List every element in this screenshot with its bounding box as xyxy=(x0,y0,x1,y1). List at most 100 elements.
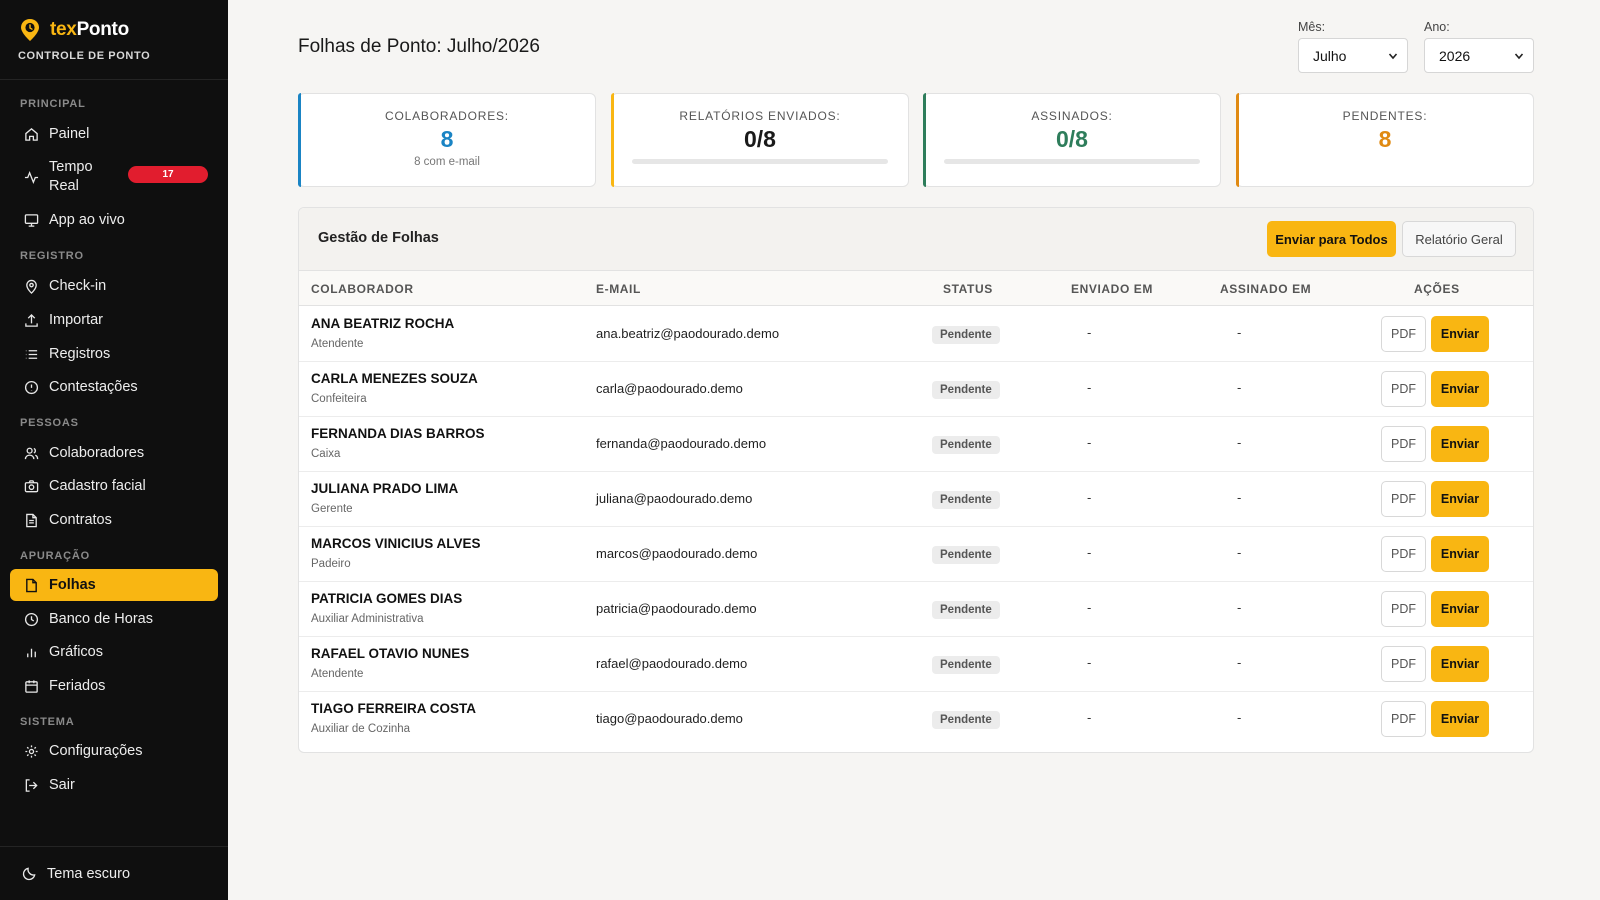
pdf-button[interactable]: PDF xyxy=(1381,371,1426,407)
nav-section-principal: PRINCIPAL xyxy=(20,98,86,110)
sidebar-item-colaboradores[interactable]: Colaboradores xyxy=(10,437,218,469)
column-header-status: STATUS xyxy=(943,282,993,296)
sidebar-item-registros[interactable]: Registros xyxy=(10,338,218,370)
progress-bar xyxy=(632,159,888,164)
sent-at: - xyxy=(1087,655,1092,670)
sidebar-item-importar[interactable]: Importar xyxy=(10,304,218,336)
stat-card-pendentes: PENDENTES: 8 xyxy=(1236,93,1534,187)
nav-section-sistema: SISTEMA xyxy=(20,716,75,728)
sidebar-item-painel[interactable]: Painel xyxy=(10,118,218,150)
employee-name: CARLA MENEZES SOUZA xyxy=(311,371,478,386)
send-button[interactable]: Enviar xyxy=(1431,701,1489,737)
sidebar: texPonto CONTROLE DE PONTO PRINCIPAL Pai… xyxy=(0,0,228,900)
status-badge: Pendente xyxy=(932,711,1000,729)
sidebar-item-label: Sair xyxy=(49,777,75,793)
stat-card-colaboradores: COLABORADORES: 8 8 com e-mail xyxy=(298,93,596,187)
sidebar-item-configuracoes[interactable]: Configurações xyxy=(10,735,218,767)
clock-icon xyxy=(24,612,39,626)
send-button[interactable]: Enviar xyxy=(1431,536,1489,572)
theme-toggle[interactable]: Tema escuro xyxy=(0,846,228,900)
stat-card-accent xyxy=(1236,93,1239,187)
home-icon xyxy=(25,127,38,141)
employee-email: tiago@paodourado.demo xyxy=(596,711,743,726)
sidebar-item-label: Contratos xyxy=(49,512,112,528)
sidebar-item-label: Contestações xyxy=(49,379,138,395)
sidebar-item-banco-de-horas[interactable]: Banco de Horas xyxy=(10,603,218,635)
status-badge: Pendente xyxy=(932,436,1000,454)
employee-role: Atendente xyxy=(311,338,364,350)
send-button[interactable]: Enviar xyxy=(1431,316,1489,352)
stat-value: 8 xyxy=(440,126,454,152)
pdf-button[interactable]: PDF xyxy=(1381,316,1426,352)
nav-section-registro: REGISTRO xyxy=(20,250,84,262)
employee-role: Auxiliar de Cozinha xyxy=(311,723,411,735)
progress-bar xyxy=(944,159,1200,164)
sent-at: - xyxy=(1087,380,1092,395)
signed-at: - xyxy=(1237,325,1242,340)
employee-role: Confeiteira xyxy=(311,393,367,405)
logout-icon xyxy=(25,778,38,792)
pdf-button[interactable]: PDF xyxy=(1381,426,1426,462)
sidebar-item-app-ao-vivo[interactable]: App ao vivo xyxy=(10,204,218,236)
status-badge: Pendente xyxy=(932,381,1000,399)
sidebar-item-feriados[interactable]: Feriados xyxy=(10,670,218,702)
signed-at: - xyxy=(1237,600,1242,615)
file-text-icon xyxy=(26,513,37,527)
page-title: Folhas de Ponto: Julho/2026 xyxy=(298,36,540,57)
signed-at: - xyxy=(1237,655,1242,670)
sidebar-item-sair[interactable]: Sair xyxy=(10,769,218,801)
employee-email: fernanda@paodourado.demo xyxy=(596,436,767,451)
chevron-down-icon xyxy=(1388,53,1398,60)
send-button[interactable]: Enviar xyxy=(1431,371,1489,407)
stat-note: 8 com e-mail xyxy=(414,156,480,168)
status-badge: Pendente xyxy=(932,601,1000,619)
employee-role: Padeiro xyxy=(311,558,351,570)
send-button[interactable]: Enviar xyxy=(1431,646,1489,682)
sent-at: - xyxy=(1087,490,1092,505)
pdf-button[interactable]: PDF xyxy=(1381,536,1426,572)
pdf-button[interactable]: PDF xyxy=(1381,701,1426,737)
signed-at: - xyxy=(1237,380,1242,395)
column-header-enviado-em: ENVIADO EM xyxy=(1071,282,1154,296)
brand: texPonto CONTROLE DE PONTO xyxy=(0,0,228,80)
employee-role: Atendente xyxy=(311,668,364,680)
list-icon xyxy=(25,349,38,359)
table-row: MARCOS VINICIUS ALVES Padeiro marcos@paodo… xyxy=(299,526,1533,582)
send-all-button[interactable]: Enviar para Todos xyxy=(1267,221,1396,257)
pdf-button[interactable]: PDF xyxy=(1381,646,1426,682)
sidebar-item-contestacoes[interactable]: Contestações xyxy=(10,371,218,403)
sidebar-item-label: Cadastro facial xyxy=(49,478,146,494)
chevron-down-icon xyxy=(1514,53,1524,60)
sidebar-item-tempo-real[interactable]: Tempo Real 17 xyxy=(10,155,218,199)
year-select[interactable]: 2026 xyxy=(1424,38,1534,73)
calendar-icon xyxy=(25,679,38,693)
employee-name: MARCOS VINICIUS ALVES xyxy=(311,536,481,551)
table-row: JULIANA PRADO LIMA Gerente juliana@paodour… xyxy=(299,471,1533,527)
alert-circle-icon xyxy=(24,380,39,394)
sidebar-item-folhas[interactable]: Folhas xyxy=(10,569,218,601)
sidebar-item-graficos[interactable]: Gráficos xyxy=(10,636,218,668)
status-badge: Pendente xyxy=(932,491,1000,509)
send-button[interactable]: Enviar xyxy=(1431,426,1489,462)
pdf-button[interactable]: PDF xyxy=(1381,591,1426,627)
employee-email: carla@paodourado.demo xyxy=(596,381,743,396)
pdf-button[interactable]: PDF xyxy=(1381,481,1426,517)
employee-name: TIAGO FERREIRA COSTA xyxy=(311,701,476,716)
month-select[interactable]: Julho xyxy=(1298,38,1408,73)
sidebar-item-contratos[interactable]: Contratos xyxy=(10,504,218,536)
sidebar-item-cadastro-facial[interactable]: Cadastro facial xyxy=(10,470,218,502)
stat-label: ASSINADOS: xyxy=(1031,109,1113,123)
nav-section-apuracao: APURAÇÃO xyxy=(20,550,90,562)
column-header-colaborador: COLABORADOR xyxy=(311,282,414,296)
employee-name: ANA BEATRIZ ROCHA xyxy=(311,316,455,331)
sidebar-item-label: Importar xyxy=(49,312,103,328)
general-report-button[interactable]: Relatório Geral xyxy=(1402,221,1516,257)
sidebar-item-check-in[interactable]: Check-in xyxy=(10,270,218,302)
sent-at: - xyxy=(1087,600,1092,615)
send-button[interactable]: Enviar xyxy=(1431,591,1489,627)
send-button[interactable]: Enviar xyxy=(1431,481,1489,517)
sidebar-item-label: Gráficos xyxy=(49,644,103,660)
sidebar-item-label: App ao vivo xyxy=(49,212,125,228)
stat-card-assinados: ASSINADOS: 0/8 xyxy=(923,93,1221,187)
column-header-assinado-em: ASSINADO EM xyxy=(1220,282,1312,296)
